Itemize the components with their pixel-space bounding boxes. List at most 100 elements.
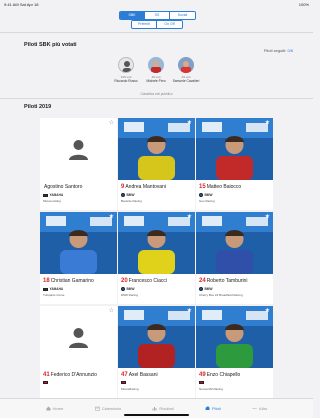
rider-card[interactable]: ☆ 41Federico D'Annunzio [40, 306, 117, 398]
rider-card[interactable]: ★ 9Andrea Mantovani BMW Berardo Racing [118, 118, 195, 210]
brand-logo-icon [199, 381, 204, 384]
top-rider-1[interactable]: 435 voti Riccardo Russo [111, 57, 141, 83]
rider-name-line: 15Matteo Baiocco [199, 184, 241, 190]
brand: YAMAHA [43, 193, 63, 197]
rider-photo [118, 212, 195, 274]
brand-logo-icon [43, 381, 48, 384]
battery-level: 100% [298, 2, 309, 7]
brand-logo-icon [199, 193, 203, 197]
rider-name: Agostino Santoro [44, 184, 83, 190]
favorite-star-icon[interactable]: ☆ [109, 120, 114, 126]
status-time: 9:41 AM Sat Apr 18 [4, 2, 39, 7]
calendar-icon [94, 406, 100, 411]
rider-name: Samuele Cavalieri [172, 79, 200, 83]
rider-photo [40, 306, 117, 368]
brand [43, 381, 50, 384]
team-name: Nuova M2 Racing [199, 387, 223, 391]
rider-number: 15 [199, 184, 206, 190]
rider-card[interactable]: ★ 49Enzo Chiapello Nuova M2 Racing [196, 306, 273, 398]
brand: BMW [199, 287, 212, 291]
favorite-star-icon[interactable]: ★ [187, 120, 192, 126]
brand: BMW [121, 287, 134, 291]
rider-name-line: 49Enzo Chiapello [199, 372, 240, 378]
rider-photo [196, 118, 273, 180]
rider-photo [40, 118, 117, 180]
favorite-star-icon[interactable]: ★ [265, 120, 270, 126]
rider-card[interactable]: ☆ Agostino Santoro YAMAHA Motocorsiting [40, 118, 117, 210]
status-bar: 9:41 AM Sat Apr 18 100% [0, 0, 313, 8]
rider-name-line: Agostino Santoro [43, 184, 82, 190]
rider-name-line: 18Christian Gamarino [43, 278, 94, 284]
rider-number: 47 [121, 372, 128, 378]
rider-photo [196, 306, 273, 368]
tab-risultati[interactable]: Risultati [152, 406, 174, 411]
brand [121, 381, 128, 384]
brand: BMW [199, 193, 212, 197]
rider-name: Riccardo Russo [114, 79, 138, 83]
brand-logo-icon [43, 193, 48, 197]
rider-name: Enzo Chiapello [206, 372, 241, 378]
team-name: Cherry Box 24 Broadfield Racing [199, 293, 243, 297]
rider-card[interactable]: ★ 20Francesco Ciacci BMW DMR Racing [118, 212, 195, 304]
rider-photo [40, 212, 117, 274]
avatar [148, 57, 164, 73]
helmet-icon [205, 406, 210, 410]
tab-calendario[interactable]: Calendario [94, 406, 121, 411]
favorite-star-icon[interactable]: ★ [187, 308, 192, 314]
rider-name-line: 20Francesco Ciacci [121, 278, 167, 284]
brand: YAMAHA [43, 287, 63, 291]
rider-name-line: 47Axel Bassani [121, 372, 158, 378]
rider-number: 18 [43, 278, 50, 284]
riders-2019-title: Piloti 2019 [24, 104, 52, 110]
rider-name-line: 9Andrea Mantovani [121, 184, 166, 190]
rider-name: Matteo Baiocco [206, 184, 242, 190]
segment-onoff[interactable]: On Off [157, 21, 182, 28]
rider-name: Roberto Tamburini [206, 278, 248, 284]
favorite-star-icon[interactable]: ★ [265, 214, 270, 220]
segment-social[interactable]: Social [170, 12, 195, 19]
rider-name: Federico D'Annunzio [50, 372, 97, 378]
divider [0, 32, 313, 33]
rider-name-line: 24Roberto Tamburini [199, 278, 247, 284]
rider-name-line: 41Federico D'Annunzio [43, 372, 97, 378]
segment-preferiti[interactable]: Preferiti [132, 21, 157, 28]
favorite-star-icon[interactable]: ★ [187, 214, 192, 220]
avatar [178, 57, 194, 73]
rider-name: Axel Bassani [128, 372, 158, 378]
rider-number: 49 [199, 372, 206, 378]
rider-name: Michele Pirro [146, 79, 166, 83]
rider-name: Andrea Mantovani [125, 184, 166, 190]
rider-card[interactable]: ★ 15Matteo Baiocco BMW Gev Racing [196, 118, 273, 210]
divider [0, 98, 313, 99]
rider-card[interactable]: ★ 24Roberto Tamburini BMW Cherry Box 24 … [196, 212, 273, 304]
home-indicator [124, 414, 189, 416]
top-rider-3[interactable]: 23 voti Samuele Cavalieri [171, 57, 201, 83]
segment-ss[interactable]: SS [145, 12, 170, 19]
favorite-star-icon[interactable]: ★ [265, 308, 270, 314]
followed-count: Piloti seguiti: 0/6 [263, 48, 293, 53]
rider-card[interactable]: ★ 47Axel Bassani MotoxRacing [118, 306, 195, 398]
favorite-star-icon[interactable]: ☆ [109, 308, 114, 314]
segment-sbk[interactable]: SBK [120, 12, 145, 19]
rider-name: Christian Gamarino [50, 278, 94, 284]
brand-logo-icon [121, 381, 126, 384]
rider-card[interactable]: ★ 18Christian Gamarino YAMAHA Tufoparts … [40, 212, 117, 304]
ranking-link[interactable]: Classifica voti pubblico [130, 92, 183, 96]
team-name: MotoxRacing [121, 387, 139, 391]
tab-piloti[interactable]: Piloti [205, 406, 221, 411]
riders-grid: ☆ Agostino Santoro YAMAHA Motocorsiting … [40, 118, 273, 398]
rider-photo [118, 306, 195, 368]
favorite-star-icon[interactable]: ★ [109, 214, 114, 220]
team-name: DMR Racing [121, 293, 139, 297]
tab-altro[interactable]: Altro [252, 406, 267, 411]
team-name: Motocorsiting [43, 199, 61, 203]
tab-home[interactable]: Home [46, 406, 63, 411]
brand: BMW [121, 193, 134, 197]
sub-segmented-control: Preferiti On Off [131, 20, 183, 29]
top-voted-title: Piloti SBK più votati [24, 42, 77, 48]
top-rider-2[interactable]: 49 voti Michele Pirro [141, 57, 171, 83]
rider-number: 24 [199, 278, 206, 284]
rider-name: Francesco Ciacci [128, 278, 168, 284]
team-name: Berardo Racing [121, 199, 142, 203]
brand-logo-icon [121, 193, 125, 197]
